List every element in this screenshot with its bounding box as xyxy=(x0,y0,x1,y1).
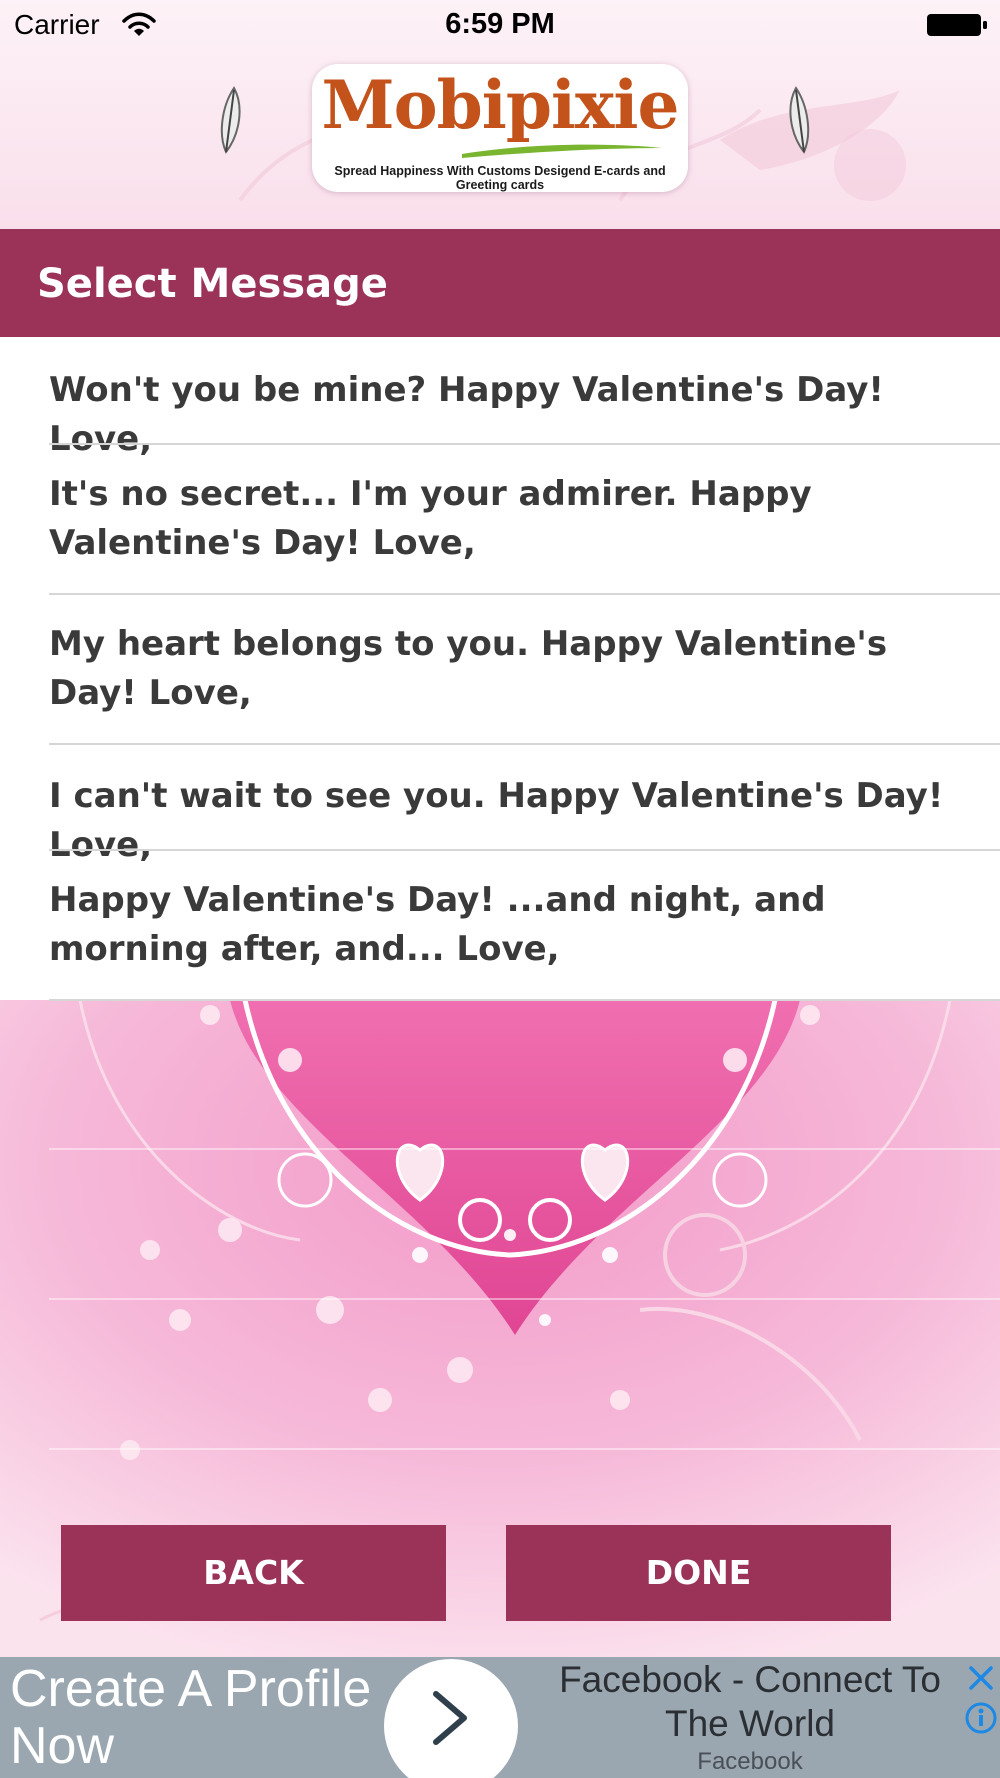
ad-banner[interactable]: Create A Profile Now Facebook - Connect … xyxy=(0,1657,1000,1778)
select-message-header: Select Message xyxy=(0,229,1000,337)
ad-source: Facebook xyxy=(697,1748,803,1775)
ad-title: Facebook - Connect To The World xyxy=(559,1659,941,1744)
row-divider xyxy=(49,1298,1000,1300)
logo-tagline: Spread Happiness With Customs Desigend E… xyxy=(334,164,666,192)
info-icon[interactable] xyxy=(964,1701,998,1735)
list-item[interactable]: Happy Valentine's Day! ...and night, and… xyxy=(0,850,1000,1000)
logo-wordmark: Mobipixie xyxy=(321,66,680,144)
done-button[interactable]: DONE xyxy=(506,1525,891,1621)
page-title: Select Message xyxy=(37,261,388,307)
list-item[interactable]: I can't wait to see you. Happy Valentine… xyxy=(0,744,1000,865)
battery-icon xyxy=(927,14,987,36)
feather-icon xyxy=(220,86,241,154)
list-item[interactable]: My heart belongs to you. Happy Valentine… xyxy=(0,594,1000,744)
row-divider xyxy=(49,593,1000,595)
status-time: 6:59 PM xyxy=(445,8,555,40)
message-list: Won't you be mine? Happy Valentine's Day… xyxy=(0,337,1000,1000)
back-button[interactable]: BACK xyxy=(61,1525,446,1621)
message-text: It's no secret... I'm your admirer. Happ… xyxy=(49,474,812,563)
list-item[interactable]: Won't you be mine? Happy Valentine's Day… xyxy=(0,337,1000,459)
close-icon[interactable] xyxy=(966,1663,996,1693)
chevron-right-icon xyxy=(433,1691,467,1745)
row-divider xyxy=(49,1448,1000,1450)
logo-swoosh xyxy=(462,144,662,158)
message-text: Happy Valentine's Day! ...and night, and… xyxy=(49,880,826,969)
mobipixie-logo: Mobipixie Spread Happiness With Customs … xyxy=(312,64,688,192)
list-item[interactable]: It's no secret... I'm your admirer. Happ… xyxy=(0,444,1000,594)
message-text: My heart belongs to you. Happy Valentine… xyxy=(49,624,888,713)
row-divider xyxy=(49,1148,1000,1150)
row-divider xyxy=(49,743,1000,745)
feather-icon xyxy=(789,86,810,154)
row-divider xyxy=(49,999,1000,1001)
row-divider xyxy=(49,443,1000,445)
row-divider xyxy=(49,849,1000,851)
status-bar: Carrier 6:59 PM xyxy=(0,0,1000,50)
ad-headline: Create A Profile Now xyxy=(10,1660,372,1775)
